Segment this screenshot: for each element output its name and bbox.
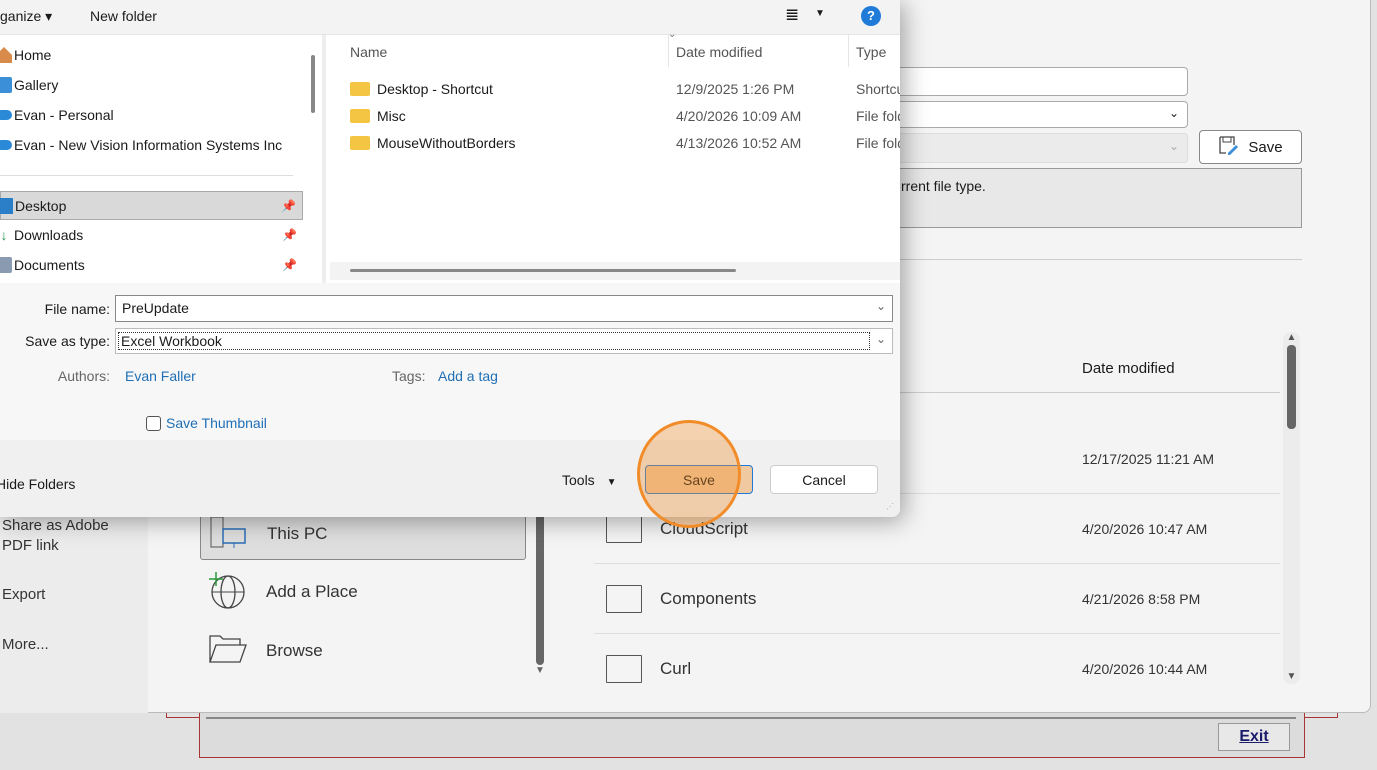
place-label: Add a Place (266, 582, 358, 601)
nav-downloads[interactable]: ↓ Downloads 📌 (0, 221, 303, 249)
file-date: 12/17/2025 11:21 AM (1082, 450, 1215, 467)
nav-onedrive-business[interactable]: Evan - New Vision Information Systems In… (0, 131, 303, 159)
save-thumbnail-checkbox[interactable] (146, 416, 161, 431)
file-row[interactable]: Desktop - Shortcut 12/9/2025 1:26 PM Short… (350, 77, 900, 101)
open-folder-icon (200, 634, 266, 669)
authors-label: Authors: (57, 368, 110, 384)
place-add-a-place[interactable]: Add a Place (200, 566, 526, 618)
file-type-select: ⌄ (880, 133, 1188, 163)
file-name-input[interactable]: PreUpdate ⌄ (115, 295, 893, 322)
shortcut-folder-icon (350, 82, 370, 96)
tags-label: Tags: (392, 368, 426, 384)
authors-value[interactable]: Evan Faller (125, 368, 196, 384)
file-date: 4/20/2026 10:47 AM (1082, 520, 1208, 537)
file-date: 4/21/2026 8:58 PM (1082, 590, 1201, 607)
column-name[interactable]: Name (350, 44, 387, 60)
place-browse[interactable]: Browse (200, 625, 526, 677)
column-type[interactable]: Type (856, 44, 886, 60)
tags-value[interactable]: Add a tag (438, 368, 498, 384)
nav-desktop[interactable]: Desktop 📌 (0, 191, 303, 220)
dialog-cancel-button[interactable]: Cancel (770, 465, 878, 494)
save-thumbnail-label[interactable]: Save Thumbnail (166, 415, 267, 431)
chevron-down-icon: ⌄ (1168, 139, 1179, 153)
save-as-dialog: ganize ▾ New folder ≣ ▼ ? Home Gallery E… (0, 0, 900, 517)
download-icon: ↓ (0, 227, 8, 243)
pin-icon[interactable]: 📌 (281, 199, 296, 213)
folder-icon (350, 136, 370, 150)
nav-gallery[interactable]: Gallery (0, 71, 303, 99)
nav-onedrive-personal[interactable]: Evan - Personal (0, 101, 303, 129)
save-as-type-label: Save as type: (25, 333, 110, 349)
nav-export[interactable]: Export (2, 586, 45, 603)
onedrive-icon (0, 110, 12, 120)
folder-icon (350, 109, 370, 123)
file-row[interactable]: Components 4/21/2026 8:58 PM (594, 564, 1280, 634)
info-box: rrent file type. (880, 168, 1302, 228)
nav-home[interactable]: Home (0, 41, 303, 69)
title-input[interactable] (880, 67, 1188, 96)
click-highlight (637, 420, 741, 528)
dialog-toolbar: ganize ▾ New folder ≣ ▼ ? (0, 0, 900, 35)
legacy-panel: Exit (199, 712, 1305, 758)
file-name: Components (660, 588, 757, 608)
date-header[interactable]: Date modified (1082, 360, 1175, 377)
exit-button[interactable]: Exit (1218, 723, 1290, 751)
place-label: This PC (267, 524, 328, 543)
tools-button[interactable]: Tools ▼ (562, 472, 616, 488)
chevron-down-icon: ⌄ (1168, 106, 1179, 120)
onedrive-icon (0, 140, 12, 150)
nav-documents[interactable]: Documents 📌 (0, 251, 303, 279)
save-as-type-select[interactable]: Excel Workbook ⌄ (115, 328, 893, 354)
file-list: Name ⌄ Date modified Type (330, 29, 900, 283)
pin-icon[interactable]: 📌 (282, 258, 297, 272)
dialog-footer: Hide Folders Tools ▼ Save Cancel ⋰ (0, 440, 900, 517)
divider (880, 259, 1302, 260)
view-options-icon[interactable]: ≣ (785, 5, 799, 25)
save-icon (1218, 135, 1239, 159)
location-select[interactable]: ⌄ (880, 101, 1188, 128)
gallery-icon (0, 77, 12, 93)
resize-grip-icon[interactable]: ⋰ (886, 502, 894, 511)
home-icon (0, 47, 12, 63)
nav-pane: Home Gallery Evan - Personal Evan - New … (0, 35, 326, 283)
nav-more[interactable]: More... (2, 636, 49, 653)
organize-button[interactable]: ganize ▾ (0, 8, 52, 25)
pin-icon[interactable]: 📌 (282, 228, 297, 242)
nav-scrollbar[interactable] (311, 55, 315, 113)
places-scrollbar[interactable]: ▼ (534, 500, 546, 685)
globe-add-icon (200, 570, 266, 615)
chevron-down-icon: ⌄ (875, 332, 886, 346)
folder-icon (606, 514, 642, 543)
help-icon[interactable]: ? (861, 6, 881, 26)
file-name-label: File name: (44, 301, 110, 317)
info-text: rrent file type. (901, 178, 986, 194)
desktop-icon (0, 197, 13, 214)
folder-icon (606, 584, 642, 613)
place-label: Browse (266, 641, 323, 660)
this-pc-icon (201, 515, 267, 554)
horizontal-scrollbar[interactable] (330, 262, 900, 280)
column-date[interactable]: Date modified (676, 44, 762, 60)
save-label: Save (1248, 138, 1283, 156)
documents-icon (0, 257, 12, 273)
folder-icon (606, 655, 642, 683)
file-row[interactable]: Curl 4/20/2026 10:44 AM (594, 634, 1280, 704)
new-folder-button[interactable]: New folder (90, 8, 157, 24)
files-scrollbar[interactable]: ▲ ▼ (1283, 332, 1300, 684)
nav-share-adobe[interactable]: Share as Adobe PDF link (2, 516, 122, 556)
file-row[interactable]: MouseWithoutBorders 4/13/2026 10:52 AM Fil… (350, 131, 900, 155)
hide-folders-button[interactable]: Hide Folders (0, 476, 75, 492)
file-name: Curl (660, 659, 692, 678)
file-date: 4/20/2026 10:44 AM (1082, 661, 1208, 677)
file-row[interactable]: Misc4/20/2026 10:09 AMFile folder (350, 104, 900, 128)
backstage-save-button[interactable]: Save (1199, 130, 1302, 164)
view-dropdown-icon[interactable]: ▼ (815, 8, 825, 19)
save-options: File name: PreUpdate ⌄ Save as type: Exce… (0, 283, 900, 440)
